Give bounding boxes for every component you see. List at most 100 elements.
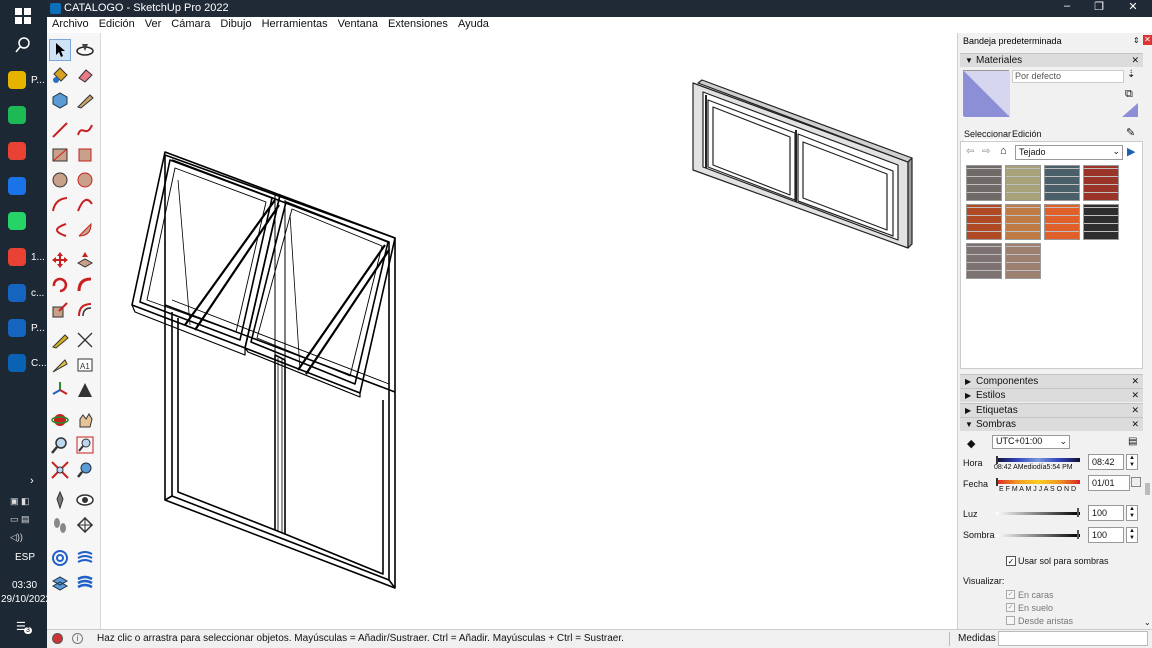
forward-arrow-icon[interactable]: ⇨ [982, 146, 990, 157]
material-swatch[interactable] [1005, 204, 1041, 240]
windows-start-icon[interactable] [15, 8, 31, 24]
dimension-icon[interactable] [74, 329, 96, 351]
3d-text-icon[interactable] [74, 379, 96, 401]
section-close-icon[interactable]: ✕ [1131, 404, 1139, 417]
taskbar-app-4[interactable] [0, 207, 47, 235]
shadow-toggle-icon[interactable]: ◆ [967, 437, 975, 450]
zoom-icon[interactable] [49, 434, 71, 456]
light-slider[interactable] [996, 512, 1080, 515]
minimize-button[interactable]: – [1057, 0, 1077, 12]
look-around-icon[interactable] [74, 489, 96, 511]
taskbar-app-1[interactable] [0, 101, 47, 129]
info-icon[interactable]: i [72, 633, 83, 644]
follow-me-icon[interactable] [74, 274, 96, 296]
section-plane-icon[interactable] [74, 514, 96, 536]
pie-icon[interactable] [74, 219, 96, 241]
material-swatch[interactable] [1005, 243, 1041, 279]
library-select[interactable]: Tejado ⌄ [1015, 145, 1123, 160]
circle-icon[interactable] [49, 169, 71, 191]
date-slider[interactable] [996, 480, 1080, 484]
paint-bucket-icon[interactable] [49, 64, 71, 86]
modeling-viewport[interactable] [101, 33, 957, 629]
taskbar-app-8[interactable]: C... [0, 349, 47, 377]
menu-item-1[interactable]: Edición [94, 17, 140, 33]
material-swatch[interactable] [1044, 165, 1080, 201]
light-stepper[interactable]: ▲ ▼ [1126, 505, 1138, 521]
text-icon[interactable]: A1 [74, 354, 96, 376]
push-pull-icon[interactable] [74, 249, 96, 271]
rotated-rectangle-icon[interactable] [74, 144, 96, 166]
axes-icon[interactable] [49, 379, 71, 401]
stamp-icon[interactable] [74, 572, 96, 594]
pin-icon[interactable]: ⇕ [1133, 36, 1140, 45]
walk-icon[interactable] [49, 514, 71, 536]
sandbox-from-scratch-icon[interactable] [74, 547, 96, 569]
menu-item-7[interactable]: Extensiones [383, 17, 453, 33]
position-camera-icon[interactable] [49, 489, 71, 511]
sample-paint-icon[interactable]: ✎ [1126, 126, 1135, 139]
scale-icon[interactable] [49, 299, 71, 321]
on-faces-checkbox[interactable]: ✓ [1006, 590, 1015, 599]
section-header-1[interactable]: ▶ Estilos ✕ [960, 388, 1143, 402]
section-close-icon[interactable]: ✕ [1131, 418, 1139, 431]
light-slider-thumb[interactable] [1077, 508, 1079, 517]
material-swatch[interactable] [1044, 204, 1080, 240]
materials-section-header[interactable]: ▼ Materiales ✕ [960, 53, 1143, 67]
date-input[interactable]: 01/01 [1088, 475, 1130, 491]
tab-edit[interactable]: Edición [1012, 129, 1042, 139]
from-edges-checkbox[interactable] [1006, 616, 1015, 625]
dark-slider[interactable] [996, 534, 1080, 537]
taskbar-app-2[interactable] [0, 137, 47, 165]
dark-stepper[interactable]: ▲ ▼ [1126, 527, 1138, 543]
default-material-swatch[interactable] [1122, 103, 1138, 117]
on-ground-checkbox[interactable]: ✓ [1006, 603, 1015, 612]
time-slider-thumb[interactable] [996, 456, 998, 464]
taskbar-app-6[interactable]: c... [0, 279, 47, 307]
sandbox-from-contours-icon[interactable] [49, 547, 71, 569]
menu-item-5[interactable]: Herramientas [257, 17, 333, 33]
zoom-extents-icon[interactable] [49, 459, 71, 481]
dark-input[interactable]: 100 [1088, 527, 1124, 543]
shadows-section-header[interactable]: ▼ Sombras ✕ [960, 417, 1143, 431]
geo-location-icon[interactable] [52, 633, 63, 644]
section-header-2[interactable]: ▶ Etiquetas ✕ [960, 403, 1143, 417]
light-input[interactable]: 100 [1088, 505, 1124, 521]
three-point-arc-icon[interactable] [49, 219, 71, 241]
calendar-icon[interactable] [1131, 477, 1141, 487]
material-swatch[interactable] [1005, 165, 1041, 201]
material-swatch[interactable] [1083, 204, 1119, 240]
taskbar-app-3[interactable] [0, 172, 47, 200]
select-tool-icon[interactable] [49, 39, 71, 61]
material-swatch[interactable] [966, 243, 1002, 279]
smoove-icon[interactable] [49, 572, 71, 594]
section-close-icon[interactable]: ✕ [1131, 375, 1139, 388]
tray-scrollbar[interactable] [1143, 53, 1152, 629]
details-icon[interactable]: ▤ [1128, 436, 1137, 447]
search-icon[interactable] [15, 37, 31, 53]
rectangle-icon[interactable] [49, 144, 71, 166]
timezone-select[interactable]: UTC+01:00 ⌄ [992, 435, 1070, 449]
polygon-icon[interactable] [74, 169, 96, 191]
dark-slider-thumb[interactable] [1077, 530, 1079, 539]
section-header-0[interactable]: ▶ Componentes ✕ [960, 374, 1143, 388]
clock-date[interactable]: 29/10/2022 [1, 594, 51, 605]
use-sun-checkbox[interactable]: ✓ [1006, 556, 1016, 566]
taskbar-app-5[interactable]: 1... [0, 243, 47, 271]
notification-icon[interactable]: ☰ 3 [16, 620, 32, 634]
pan-icon[interactable] [74, 409, 96, 431]
section-close-icon[interactable]: ✕ [1131, 389, 1139, 402]
material-box-icon[interactable]: ⧉ [1125, 88, 1133, 101]
line-tool-icon[interactable] [49, 119, 71, 141]
menu-item-3[interactable]: Cámara [166, 17, 215, 33]
material-swatch[interactable] [966, 204, 1002, 240]
tape-measure-icon[interactable] [74, 89, 96, 111]
menu-item-2[interactable]: Ver [140, 17, 167, 33]
time-slider[interactable] [996, 458, 1080, 462]
back-arrow-icon[interactable]: ⇦ [966, 146, 974, 157]
show-more-chevron-icon[interactable]: › [30, 475, 34, 487]
tab-select[interactable]: Seleccionar [964, 129, 1012, 141]
time-stepper[interactable]: ▲ ▼ [1126, 454, 1138, 470]
orbit-icon[interactable] [49, 409, 71, 431]
menu-item-8[interactable]: Ayuda [453, 17, 494, 33]
material-swatch[interactable] [966, 165, 1002, 201]
